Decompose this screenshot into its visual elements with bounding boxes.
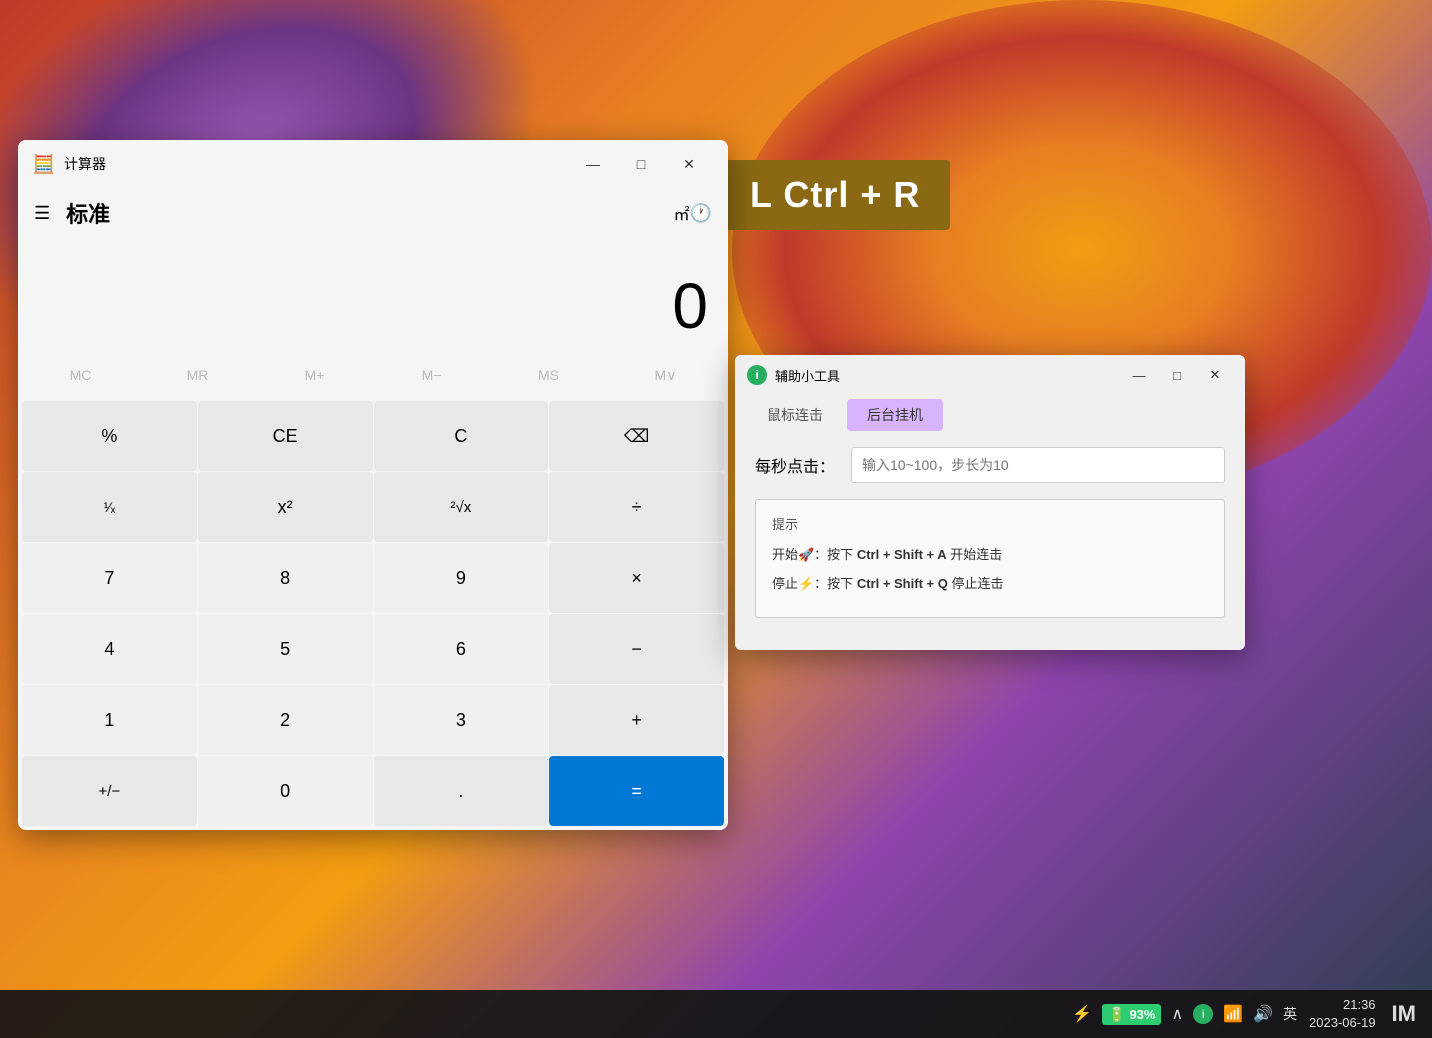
helper-titlebar: i 辅助小工具 — □ ✕ <box>735 355 1245 395</box>
helper-content: 每秒点击： 提示 开始🚀：按下 Ctrl + Shift + A 开始连击 停止… <box>735 431 1245 634</box>
wifi-icon[interactable]: 📶 <box>1223 1004 1243 1024</box>
five-button[interactable]: 5 <box>198 614 373 684</box>
calc-maximize-button[interactable]: □ <box>618 148 664 180</box>
helper-title: 辅助小工具 <box>775 366 1121 385</box>
history-icon[interactable]: 🕐 <box>690 203 712 224</box>
sqrt-button[interactable]: ²√x <box>374 472 549 542</box>
tip-stop: 停止⚡：按下 Ctrl + Shift + Q 停止连击 <box>772 574 1208 595</box>
battery-icon: 🔋 <box>1108 1006 1125 1023</box>
add-button[interactable]: + <box>549 685 724 755</box>
helper-maximize-button[interactable]: □ <box>1159 362 1195 388</box>
language-indicator[interactable]: 英 <box>1283 1004 1297 1024</box>
desktop: L Ctrl + R 🧮 计算器 — □ ✕ ☰ 标准 ㎡ 🕐 0 MC MR <box>0 0 1432 1038</box>
eight-button[interactable]: 8 <box>198 543 373 613</box>
mem-mr-button[interactable]: MR <box>139 353 256 397</box>
mem-ms-button[interactable]: MS <box>490 353 607 397</box>
helper-window-controls: — □ ✕ <box>1121 362 1233 388</box>
reciprocal-button[interactable]: ¹⁄ₓ <box>22 472 197 542</box>
tip-start: 开始🚀：按下 Ctrl + Shift + A 开始连击 <box>772 545 1208 566</box>
helper-app-icon: i <box>747 365 767 385</box>
clock-date: 2023-06-19 <box>1309 1014 1376 1032</box>
battery-level: 93% <box>1129 1007 1155 1022</box>
six-button[interactable]: 6 <box>374 614 549 684</box>
decimal-button[interactable]: . <box>374 756 549 826</box>
calc-mode-icon: ㎡ <box>674 201 690 225</box>
calc-app-icon: 🧮 <box>34 154 54 174</box>
shortcut-label: L Ctrl + R <box>720 160 950 230</box>
ce-button[interactable]: CE <box>198 401 373 471</box>
subtract-button[interactable]: − <box>549 614 724 684</box>
tab-mouse-click[interactable]: 鼠标连击 <box>747 399 843 431</box>
helper-tab-bar: 鼠标连击 后台挂机 <box>735 399 1245 431</box>
calc-minimize-button[interactable]: — <box>570 148 616 180</box>
helper-close-button[interactable]: ✕ <box>1197 362 1233 388</box>
calc-titlebar: 🧮 计算器 — □ ✕ <box>18 140 728 188</box>
clicks-input[interactable] <box>851 447 1225 483</box>
seven-button[interactable]: 7 <box>22 543 197 613</box>
percent-button[interactable]: % <box>22 401 197 471</box>
calc-display: 0 <box>18 238 728 353</box>
taskbar-clock: 21:36 2023-06-19 <box>1309 996 1376 1032</box>
calc-window-controls: — □ ✕ <box>570 148 712 180</box>
mem-mc-button[interactable]: MC <box>22 353 139 397</box>
zero-button[interactable]: 0 <box>198 756 373 826</box>
clock-time: 21:36 <box>1309 996 1376 1014</box>
mem-mv-button[interactable]: M∨ <box>607 353 724 397</box>
calculator-window: 🧮 计算器 — □ ✕ ☰ 标准 ㎡ 🕐 0 MC MR M+ M− MS M∨ <box>18 140 728 830</box>
equals-button[interactable]: = <box>549 756 724 826</box>
taskbar-logo: IM <box>1392 1001 1416 1027</box>
helper-minimize-button[interactable]: — <box>1121 362 1157 388</box>
tips-box: 提示 开始🚀：按下 Ctrl + Shift + A 开始连击 停止⚡：按下 C… <box>755 499 1225 618</box>
clicks-label: 每秒点击： <box>755 453 835 477</box>
memory-row: MC MR M+ M− MS M∨ <box>18 353 728 397</box>
mem-mplus-button[interactable]: M+ <box>256 353 373 397</box>
three-button[interactable]: 3 <box>374 685 549 755</box>
system-tray: ⚡ 🔋 93% ∧ i 📶 🔊 英 <box>1072 1004 1297 1025</box>
mem-mminus-button[interactable]: M− <box>373 353 490 397</box>
calc-value: 0 <box>672 269 708 343</box>
square-button[interactable]: x² <box>198 472 373 542</box>
two-button[interactable]: 2 <box>198 685 373 755</box>
clear-button[interactable]: C <box>374 401 549 471</box>
chevron-up-icon[interactable]: ∧ <box>1171 1004 1183 1024</box>
tips-title: 提示 <box>772 514 1208 533</box>
hamburger-icon[interactable]: ☰ <box>34 203 50 224</box>
tab-background[interactable]: 后台挂机 <box>847 399 943 431</box>
negate-button[interactable]: +/− <box>22 756 197 826</box>
clicks-row: 每秒点击： <box>755 447 1225 483</box>
battery-charging-icon: ⚡ <box>1072 1004 1092 1024</box>
calc-title: 计算器 <box>64 154 570 174</box>
calc-button-grid: % CE C ⌫ ¹⁄ₓ x² ²√x ÷ 7 8 9 × 4 5 6 − 1 … <box>18 397 728 830</box>
calc-close-button[interactable]: ✕ <box>666 148 712 180</box>
info-icon[interactable]: i <box>1193 1004 1213 1024</box>
backspace-button[interactable]: ⌫ <box>549 401 724 471</box>
calc-mode-title: 标准 <box>66 197 665 229</box>
volume-icon[interactable]: 🔊 <box>1253 1004 1273 1024</box>
four-button[interactable]: 4 <box>22 614 197 684</box>
divide-button[interactable]: ÷ <box>549 472 724 542</box>
battery-widget: 🔋 93% <box>1102 1004 1161 1025</box>
taskbar: ⚡ 🔋 93% ∧ i 📶 🔊 英 21:36 2023-06-19 IM <box>0 990 1432 1038</box>
multiply-button[interactable]: × <box>549 543 724 613</box>
helper-window: i 辅助小工具 — □ ✕ 鼠标连击 后台挂机 每秒点击： 提示 开始🚀：按下 … <box>735 355 1245 650</box>
one-button[interactable]: 1 <box>22 685 197 755</box>
calc-header: ☰ 标准 ㎡ 🕐 <box>18 188 728 238</box>
nine-button[interactable]: 9 <box>374 543 549 613</box>
